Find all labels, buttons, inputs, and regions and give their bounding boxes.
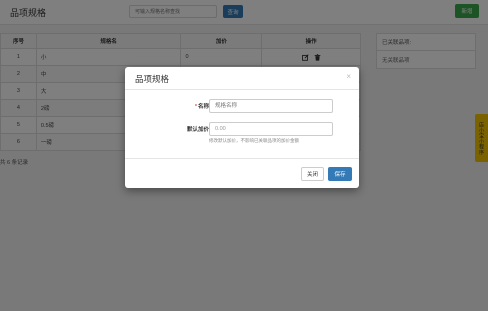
name-field[interactable] bbox=[209, 99, 333, 113]
required-marker: * bbox=[194, 104, 197, 110]
price-field[interactable] bbox=[209, 122, 333, 136]
price-label: 默认加价 bbox=[186, 127, 209, 133]
close-button[interactable]: 关闭 bbox=[301, 167, 324, 181]
dialog-footer: 关闭 保存 bbox=[125, 158, 359, 188]
dialog-header: 品项规格 × bbox=[125, 67, 359, 90]
name-label: *名称 bbox=[194, 104, 209, 110]
dialog-title: 品项规格 bbox=[135, 74, 170, 84]
price-help-text: 修改默认加价，不影响已关联品项的加价金额 bbox=[209, 138, 299, 143]
save-button[interactable]: 保存 bbox=[328, 167, 352, 181]
close-icon[interactable]: × bbox=[346, 73, 351, 81]
spec-dialog: 品项规格 × *名称 默认加价 修改默认加价，不影响已关联品项的加价金额 关闭 … bbox=[125, 67, 359, 188]
